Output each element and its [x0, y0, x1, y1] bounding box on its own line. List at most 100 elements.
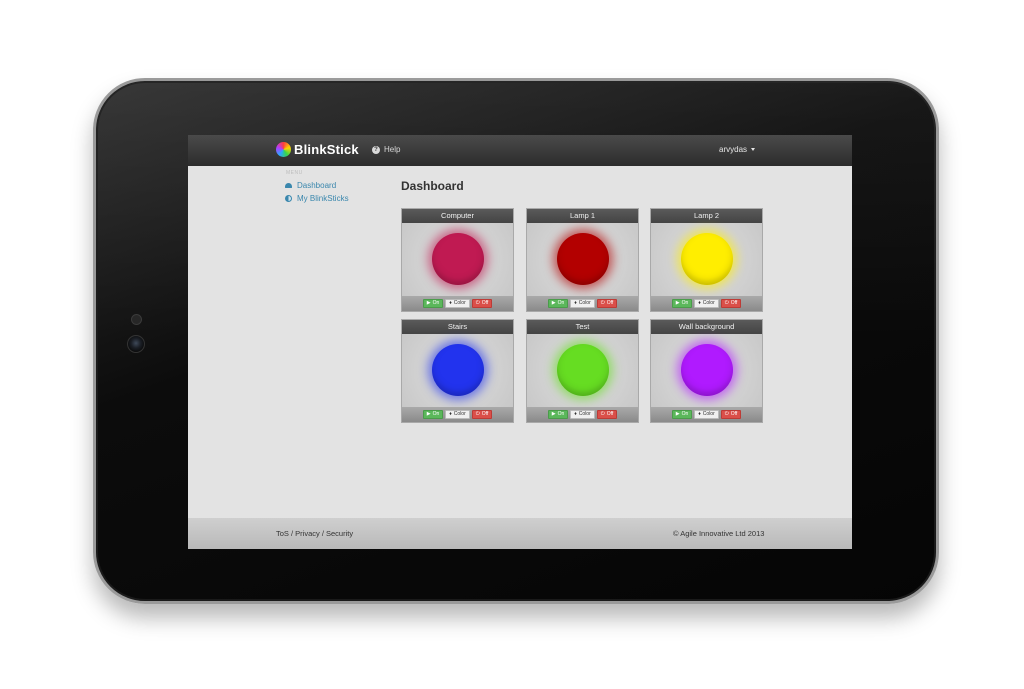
brand-name: BlinkStick: [294, 142, 359, 157]
color-button[interactable]: ♦ Color: [694, 410, 719, 419]
color-orb[interactable]: [557, 344, 609, 396]
device-card: Stairs ▶ On ♦ Color ⏻ Off: [401, 319, 514, 423]
page-title: Dashboard: [401, 179, 464, 193]
device-preview: [402, 223, 513, 296]
device-controls: ▶ On ♦ Color ⏻ Off: [651, 296, 762, 311]
color-label: Color: [453, 300, 466, 306]
color-label: Color: [453, 411, 466, 417]
color-orb[interactable]: [432, 344, 484, 396]
power-icon: ⏻: [600, 411, 605, 417]
app-screen: BlinkStick ? Help arvydas MENU Dashboard…: [188, 135, 852, 549]
on-button[interactable]: ▶ On: [671, 299, 693, 308]
off-button[interactable]: ⏻ Off: [471, 299, 493, 308]
on-label: On: [681, 411, 689, 417]
color-label: Color: [702, 411, 715, 417]
tint-icon: ♦: [574, 411, 577, 417]
play-icon: ▶: [426, 411, 431, 417]
sidebar-item-label: Dashboard: [297, 181, 337, 190]
username: arvydas: [719, 145, 748, 154]
on-button[interactable]: ▶ On: [547, 410, 569, 419]
tint-icon: ♦: [698, 300, 701, 306]
device-card: Test ▶ On ♦ Color ⏻ Off: [526, 319, 639, 423]
device-preview: [527, 223, 638, 296]
on-button[interactable]: ▶ On: [547, 299, 569, 308]
contrast-icon: [285, 195, 292, 202]
power-icon: ⏻: [600, 300, 605, 306]
color-button[interactable]: ♦ Color: [570, 299, 595, 308]
color-button[interactable]: ♦ Color: [694, 299, 719, 308]
on-label: On: [557, 411, 565, 417]
device-card: Lamp 2 ▶ On ♦ Color ⏻ Off: [650, 208, 763, 312]
sidebar-item-dashboard[interactable]: Dashboard: [285, 181, 336, 190]
on-label: On: [432, 300, 440, 306]
device-name: Lamp 1: [527, 209, 638, 223]
device-preview: [527, 334, 638, 407]
device-card: Lamp 1 ▶ On ♦ Color ⏻ Off: [526, 208, 639, 312]
on-button[interactable]: ▶ On: [671, 410, 693, 419]
power-icon: ⏻: [475, 300, 480, 306]
blinkstick-logo-icon: [276, 142, 291, 157]
color-button[interactable]: ♦ Color: [445, 410, 470, 419]
user-menu[interactable]: arvydas: [719, 145, 756, 154]
off-label: Off: [481, 411, 489, 417]
on-label: On: [557, 300, 565, 306]
off-label: Off: [730, 300, 738, 306]
device-controls: ▶ On ♦ Color ⏻ Off: [527, 407, 638, 422]
play-icon: ▶: [675, 411, 680, 417]
device-preview: [402, 334, 513, 407]
caret-down-icon: [751, 148, 756, 151]
device-controls: ▶ On ♦ Color ⏻ Off: [527, 296, 638, 311]
play-icon: ▶: [551, 300, 556, 306]
tint-icon: ♦: [698, 411, 701, 417]
device-card: Computer ▶ On ♦ Color ⏻ Off: [401, 208, 514, 312]
device-controls: ▶ On ♦ Color ⏻ Off: [402, 407, 513, 422]
device-preview: [651, 223, 762, 296]
color-button[interactable]: ♦ Color: [570, 410, 595, 419]
color-orb[interactable]: [557, 233, 609, 285]
device-preview: [651, 334, 762, 407]
footer-links[interactable]: ToS / Privacy / Security: [276, 529, 353, 538]
off-button[interactable]: ⏻ Off: [720, 299, 742, 308]
power-icon: ⏻: [475, 411, 480, 417]
color-orb[interactable]: [681, 233, 733, 285]
device-name: Computer: [402, 209, 513, 223]
off-label: Off: [606, 300, 614, 306]
power-icon: ⏻: [724, 300, 729, 306]
power-icon: ⏻: [724, 411, 729, 417]
color-label: Color: [578, 300, 591, 306]
on-button[interactable]: ▶ On: [422, 299, 444, 308]
footer: ToS / Privacy / Security © Agile Innovat…: [188, 518, 852, 549]
color-button[interactable]: ♦ Color: [445, 299, 470, 308]
device-name: Stairs: [402, 320, 513, 334]
on-label: On: [432, 411, 440, 417]
copyright: © Agile Innovative Ltd 2013: [673, 529, 765, 538]
off-button[interactable]: ⏻ Off: [596, 410, 618, 419]
off-label: Off: [730, 411, 738, 417]
on-button[interactable]: ▶ On: [422, 410, 444, 419]
question-circle-icon: ?: [372, 145, 380, 154]
color-label: Color: [578, 411, 591, 417]
light-sensor: [131, 314, 142, 325]
play-icon: ▶: [551, 411, 556, 417]
dashboard-icon: [285, 183, 292, 188]
sidebar-item-my-blinksticks[interactable]: My BlinkSticks: [285, 194, 349, 203]
device-name: Wall background: [651, 320, 762, 334]
sidebar-item-label: My BlinkSticks: [297, 194, 349, 203]
tint-icon: ♦: [449, 300, 452, 306]
color-orb[interactable]: [681, 344, 733, 396]
color-orb[interactable]: [432, 233, 484, 285]
off-button[interactable]: ⏻ Off: [596, 299, 618, 308]
play-icon: ▶: [675, 300, 680, 306]
brand[interactable]: BlinkStick: [276, 142, 359, 157]
device-name: Test: [527, 320, 638, 334]
off-button[interactable]: ⏻ Off: [720, 410, 742, 419]
tint-icon: ♦: [449, 411, 452, 417]
help-link[interactable]: ? Help: [372, 145, 400, 154]
tint-icon: ♦: [574, 300, 577, 306]
off-button[interactable]: ⏻ Off: [471, 410, 493, 419]
color-label: Color: [702, 300, 715, 306]
play-icon: ▶: [426, 300, 431, 306]
top-navbar: BlinkStick ? Help arvydas: [188, 135, 852, 166]
front-camera: [127, 335, 145, 353]
on-label: On: [681, 300, 689, 306]
